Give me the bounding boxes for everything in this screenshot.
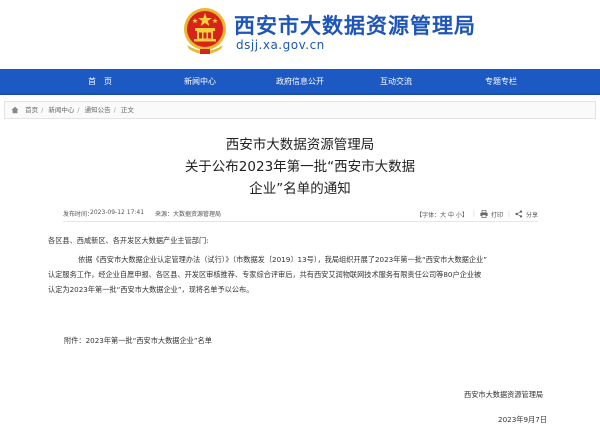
national-emblem-icon (184, 8, 226, 54)
site-domain: dsjj.xa.gov.cn (236, 38, 325, 52)
publish-time-label: 发布时间： (63, 211, 94, 218)
article-meta-bar: 发布时间： 2023-09-12 17:41 来源： 大数据资源管理局 【字体：… (63, 207, 538, 222)
breadcrumb-current: 正文 (120, 106, 134, 114)
article-title-line-2: 关于公布2023年第一批“西安市大数据 (184, 159, 416, 175)
nav-item-home[interactable]: 首 页 (88, 69, 112, 95)
source-label: 来源： (155, 211, 174, 218)
font-size-control[interactable]: 【字体：大 中 小】 (416, 210, 468, 219)
nav-item-news-center[interactable]: 新闻中心 (184, 69, 216, 95)
article-tools: 【字体：大 中 小】 | 打印 | 分享 (416, 210, 538, 219)
share-button[interactable]: 分享 (526, 210, 538, 219)
paragraph-line-2: 认定服务工作，经企业自愿申报、各区县、开发区审核推荐、专家综合评审后，共有西安艾… (48, 270, 482, 279)
salutation: 各区县、西咸新区、各开发区大数据产业主管部门: (48, 236, 209, 245)
paragraph-line-3: 认定为2023年第一批“西安市大数据企业”，现将名单予以公布。 (48, 285, 254, 294)
article-title-line-1: 西安市大数据资源管理局 (225, 137, 375, 153)
article-title-line-3: 企业”名单的通知 (249, 181, 351, 197)
signature: 西安市大数据资源管理局 (464, 390, 544, 399)
source-value: 大数据资源管理局 (173, 211, 222, 218)
print-icon[interactable] (480, 210, 488, 218)
issue-date: 2023年9月7日 (498, 415, 548, 424)
print-button[interactable]: 打印 (491, 210, 503, 219)
paragraph-line-1: 依据《西安市大数据企业认定管理办法（试行）》（市数据发〔2019〕13号），我局… (78, 255, 487, 264)
main-nav: 首 页 新闻中心 政府信息公开 互动交流 专题专栏 (0, 69, 600, 95)
nav-item-gov-info[interactable]: 政府信息公开 (276, 69, 324, 95)
breadcrumb: 首页 / 新闻中心 / 通知公告 / 正文 (4, 101, 596, 119)
breadcrumb-home[interactable]: 首页 (25, 106, 38, 114)
breadcrumb-news-center[interactable]: 新闻中心 (48, 106, 74, 114)
breadcrumb-notices[interactable]: 通知公告 (85, 106, 111, 114)
publish-time: 2023-09-12 17:41 (90, 209, 145, 216)
site-name[interactable]: 西安市大数据资源管理局 (234, 10, 476, 40)
home-icon (11, 106, 19, 114)
site-header: 西安市大数据资源管理局 dsjj.xa.gov.cn (0, 0, 600, 69)
nav-item-topics[interactable]: 专题专栏 (485, 69, 517, 95)
attachment-link[interactable]: 附件：2023年第一批“西安市大数据企业”名单 (64, 335, 212, 347)
share-icon[interactable] (515, 210, 523, 218)
nav-item-interaction[interactable]: 互动交流 (380, 69, 412, 95)
